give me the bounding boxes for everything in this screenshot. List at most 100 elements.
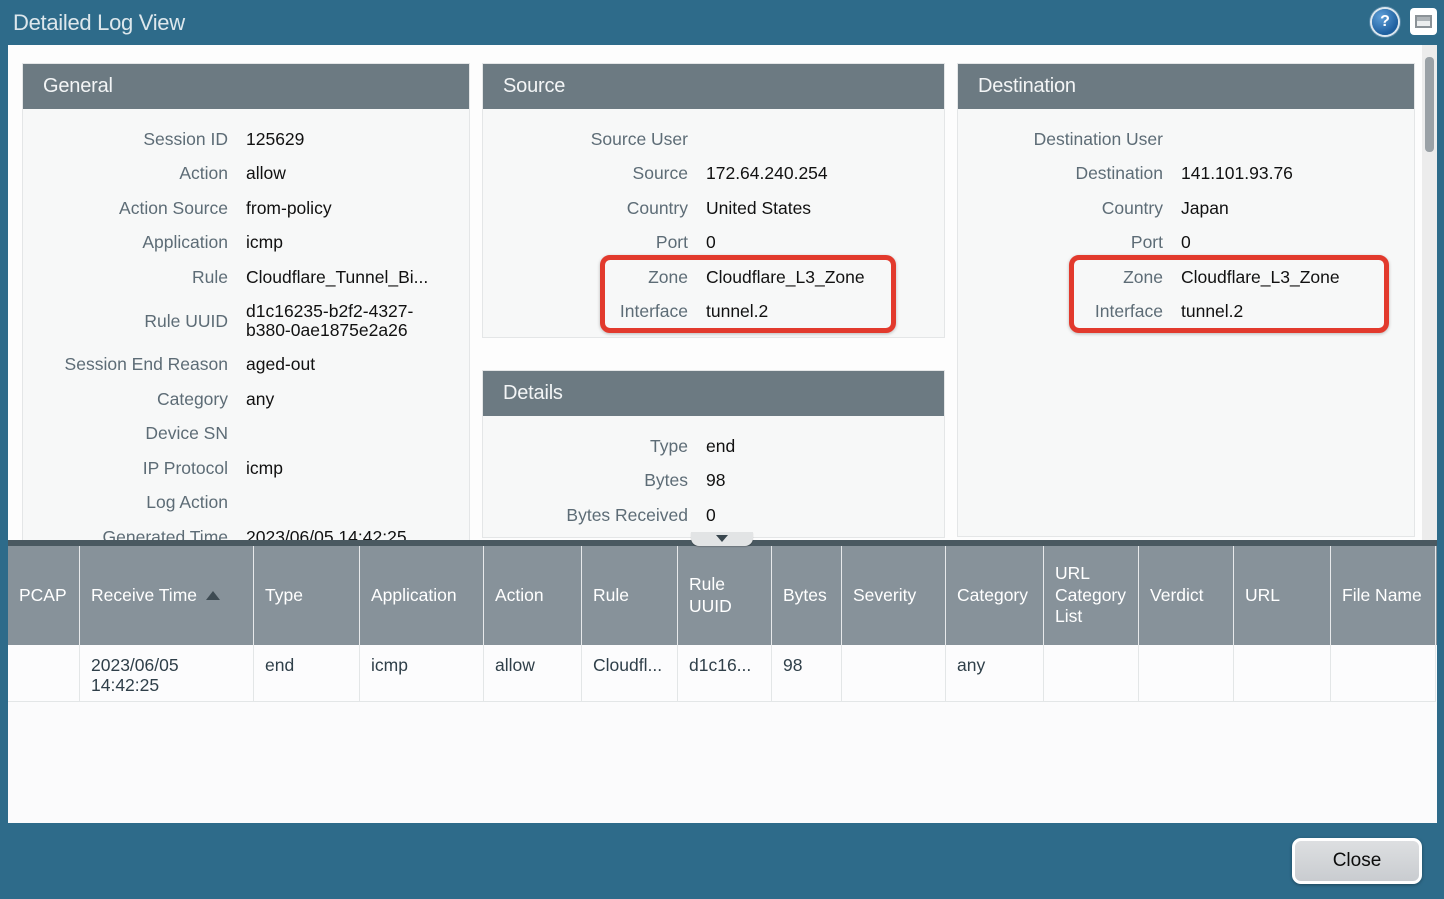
- vertical-scrollbar[interactable]: [1422, 45, 1437, 540]
- column-header-file-name[interactable]: File Name: [1331, 546, 1436, 645]
- detailed-log-view-dialog: Detailed Log View ? General Session ID12…: [0, 0, 1444, 899]
- panel-details-body: Typeend Bytes 98 Bytes Received 0: [483, 416, 944, 533]
- field-label-action: Action: [23, 163, 228, 184]
- column-label: Receive Time: [91, 585, 197, 607]
- collapse-pane-handle[interactable]: [691, 532, 753, 546]
- column-header-category[interactable]: Category: [946, 546, 1044, 645]
- field-value-port: 0: [1181, 233, 1191, 252]
- cell-type: end: [254, 645, 360, 702]
- field-label-bytes-received: Bytes Received: [483, 505, 688, 526]
- field-row-rule-uuid: Rule UUIDd1c16235-b2f2-4327-b380-0ae1875…: [23, 295, 469, 348]
- field-value-application: icmp: [246, 233, 283, 252]
- field-row-destination: Destination141.101.93.76: [958, 157, 1414, 192]
- maximize-window-icon[interactable]: [1410, 8, 1437, 35]
- cell-url: [1234, 645, 1331, 702]
- sort-ascending-icon: [206, 591, 220, 600]
- log-table: PCAP Receive Time TypeApplicationAction Rul…: [8, 540, 1437, 823]
- field-row-category: Categoryany: [23, 382, 469, 417]
- scrollbar-thumb[interactable]: [1425, 57, 1434, 152]
- panel-general: General Session ID125629ActionallowActio…: [22, 63, 470, 540]
- field-row-action-source: Action Sourcefrom-policy: [23, 191, 469, 226]
- field-label-bytes: Bytes: [483, 470, 688, 491]
- panel-destination: Destination Destination User Destination1…: [957, 63, 1415, 537]
- field-value-generated-time: 2023/06/05 14:42:25: [246, 528, 407, 540]
- field-row-log-action: Log Action: [23, 486, 469, 521]
- field-value-zone: Cloudflare_L3_Zone: [1181, 268, 1340, 287]
- field-label-rule-uuid: Rule UUID: [23, 311, 228, 332]
- column-header-rule-uuid[interactable]: Rule UUID: [678, 546, 772, 645]
- column-header-pcap[interactable]: PCAP: [8, 546, 80, 645]
- field-label-country: Country: [958, 198, 1163, 219]
- field-label-source-user: Source User: [483, 129, 688, 150]
- field-label-zone: Zone: [958, 267, 1163, 288]
- field-label-port: Port: [483, 232, 688, 253]
- help-icon[interactable]: ?: [1372, 9, 1398, 35]
- field-label-generated-time: Generated Time: [23, 527, 228, 540]
- field-value-port: 0: [706, 233, 716, 252]
- column-header-bytes[interactable]: Bytes: [772, 546, 842, 645]
- field-value-source: 172.64.240.254: [706, 164, 828, 183]
- column-header-rule[interactable]: Rule: [582, 546, 678, 645]
- column-label: File Name: [1342, 585, 1422, 607]
- column-label: URL: [1245, 585, 1280, 607]
- column-label: Category: [957, 585, 1028, 607]
- field-row-bytes-received: Bytes Received 0: [483, 498, 944, 533]
- column-header-url[interactable]: URL: [1234, 546, 1331, 645]
- column-label: Rule UUID: [689, 574, 765, 618]
- field-label-interface: Interface: [958, 301, 1163, 322]
- panel-source-title: Source: [483, 64, 944, 109]
- column-label: Rule: [593, 585, 629, 607]
- field-value-bytes: 98: [706, 471, 725, 490]
- panel-general-body: Session ID125629ActionallowAction Source…: [23, 109, 469, 540]
- field-value-interface: tunnel.2: [1181, 302, 1243, 321]
- cell-bytes: 98: [772, 645, 842, 702]
- column-header-type[interactable]: Type: [254, 546, 360, 645]
- dialog-title: Detailed Log View: [13, 10, 185, 36]
- close-button[interactable]: Close: [1292, 838, 1422, 884]
- field-label-device-sn: Device SN: [23, 423, 228, 444]
- field-value-ip-protocol: icmp: [246, 459, 283, 478]
- field-value-interface: tunnel.2: [706, 302, 768, 321]
- column-header-url-category-list[interactable]: URL Category List: [1044, 546, 1139, 645]
- field-label-destination-user: Destination User: [958, 129, 1163, 150]
- panel-destination-body: Destination User Destination141.101.93.76…: [958, 109, 1414, 329]
- field-row-device-sn: Device SN: [23, 417, 469, 452]
- titlebar: Detailed Log View ?: [0, 0, 1444, 45]
- panel-source-body: Source UserSource172.64.240.254CountryUn…: [483, 109, 944, 329]
- field-row-port: Port 0: [483, 226, 944, 261]
- cell-application: icmp: [360, 645, 484, 702]
- field-row-type: Typeend: [483, 429, 944, 464]
- field-label-zone: Zone: [483, 267, 688, 288]
- field-row-country: Country Japan: [958, 191, 1414, 226]
- field-row-country: CountryUnited States: [483, 191, 944, 226]
- cell-pcap: [8, 645, 80, 702]
- field-row-interface: Interface tunnel.2: [483, 295, 944, 330]
- panel-details-title: Details: [483, 371, 944, 416]
- field-row-ip-protocol: IP Protocolicmp: [23, 451, 469, 486]
- field-row-zone: Zone Cloudflare_L3_Zone: [958, 260, 1414, 295]
- cell-receive-time: 2023/06/05 14:42:25: [80, 645, 254, 702]
- column-header-verdict[interactable]: Verdict: [1139, 546, 1234, 645]
- field-value-country: Japan: [1181, 199, 1229, 218]
- cell-category: any: [946, 645, 1044, 702]
- window-glyph: [1415, 15, 1432, 28]
- log-row[interactable]: 2023/06/05 14:42:25endicmpallowCloudfl..…: [8, 645, 1437, 702]
- panel-general-title: General: [23, 64, 469, 109]
- log-table-header: PCAP Receive Time TypeApplicationAction Rul…: [8, 540, 1437, 645]
- column-header-action[interactable]: Action: [484, 546, 582, 645]
- field-value-bytes-received: 0: [706, 506, 716, 525]
- column-header-receive-time[interactable]: Receive Time: [80, 546, 254, 645]
- field-label-interface: Interface: [483, 301, 688, 322]
- column-header-severity[interactable]: Severity: [842, 546, 946, 645]
- cell-rule-uuid: d1c16...: [678, 645, 772, 702]
- column-header-application[interactable]: Application: [360, 546, 484, 645]
- field-value-action: allow: [246, 164, 286, 183]
- field-value-rule: Cloudflare_Tunnel_Bi...: [246, 268, 428, 287]
- field-value-session-id: 125629: [246, 130, 304, 149]
- field-row-rule: RuleCloudflare_Tunnel_Bi...: [23, 260, 469, 295]
- field-label-category: Category: [23, 389, 228, 410]
- field-row-bytes: Bytes 98: [483, 464, 944, 499]
- field-label-session-end-reason: Session End Reason: [23, 354, 228, 375]
- field-label-type: Type: [483, 436, 688, 457]
- panel-destination-title: Destination: [958, 64, 1414, 109]
